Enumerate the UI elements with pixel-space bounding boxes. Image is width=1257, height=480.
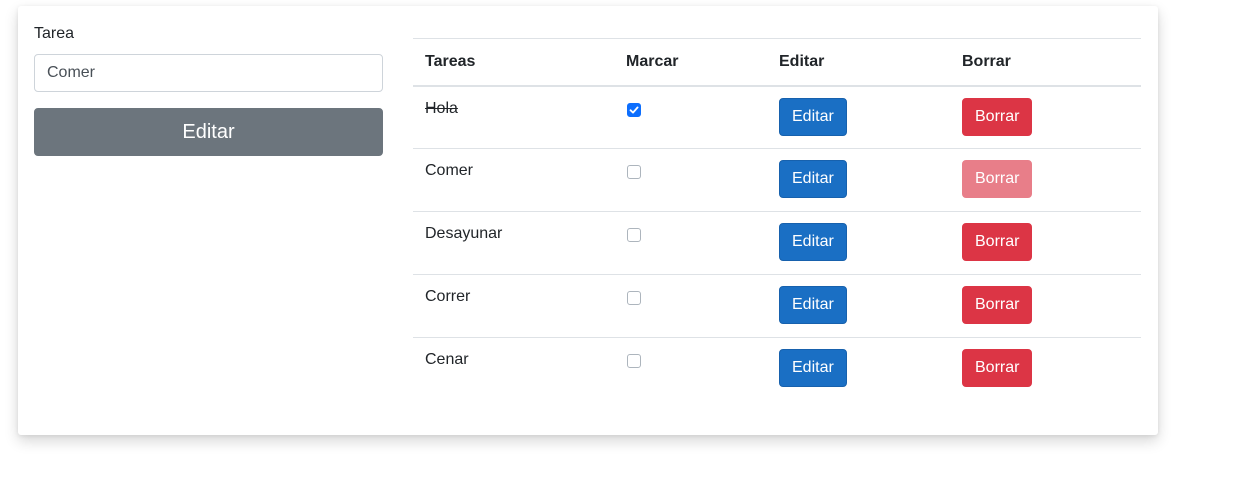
delete-button[interactable]: Borrar	[962, 97, 1033, 136]
table-row: Cenar Editar Borrar	[413, 338, 1141, 401]
table-row: Comer Editar Borrar	[413, 148, 1141, 212]
task-input[interactable]	[34, 54, 383, 92]
mark-checkbox[interactable]	[627, 354, 641, 368]
task-name: Comer	[425, 162, 474, 179]
mark-checkbox[interactable]	[627, 228, 641, 242]
header-borrar: Borrar	[950, 38, 1141, 87]
task-label: Tarea	[34, 25, 75, 42]
delete-button[interactable]: Borrar	[962, 223, 1033, 261]
header-tareas: Tareas	[413, 38, 614, 87]
task-table: Tareas Marcar Editar Borrar Hola Editar …	[413, 38, 1141, 401]
task-name: Cenar	[425, 351, 469, 368]
delete-button[interactable]: Borrar	[962, 349, 1033, 387]
edit-submit-button[interactable]: Editar	[34, 108, 383, 156]
table-row: Hola Editar Borrar	[413, 85, 1141, 149]
mark-checkbox[interactable]	[627, 291, 641, 305]
check-icon	[629, 106, 639, 113]
mark-checkbox[interactable]	[627, 165, 641, 179]
task-name: Hola	[425, 99, 458, 117]
edit-button[interactable]: Editar	[779, 160, 847, 198]
table-row: Desayunar Editar Borrar	[413, 211, 1141, 275]
edit-button[interactable]: Editar	[779, 349, 847, 387]
task-name: Desayunar	[425, 225, 503, 242]
header-marcar: Marcar	[614, 38, 767, 87]
header-editar: Editar	[767, 38, 950, 87]
table-header-row: Tareas Marcar Editar Borrar	[413, 38, 1141, 87]
mark-checkbox[interactable]	[627, 102, 641, 117]
task-card: Tarea Editar Tareas Marcar Editar Borrar…	[18, 6, 1158, 435]
edit-button[interactable]: Editar	[779, 286, 847, 324]
task-name: Correr	[425, 288, 471, 305]
edit-button[interactable]: Editar	[779, 97, 847, 136]
table-row: Correr Editar Borrar	[413, 274, 1141, 338]
delete-button[interactable]: Borrar	[962, 160, 1033, 198]
edit-button[interactable]: Editar	[779, 223, 847, 261]
delete-button[interactable]: Borrar	[962, 286, 1033, 324]
